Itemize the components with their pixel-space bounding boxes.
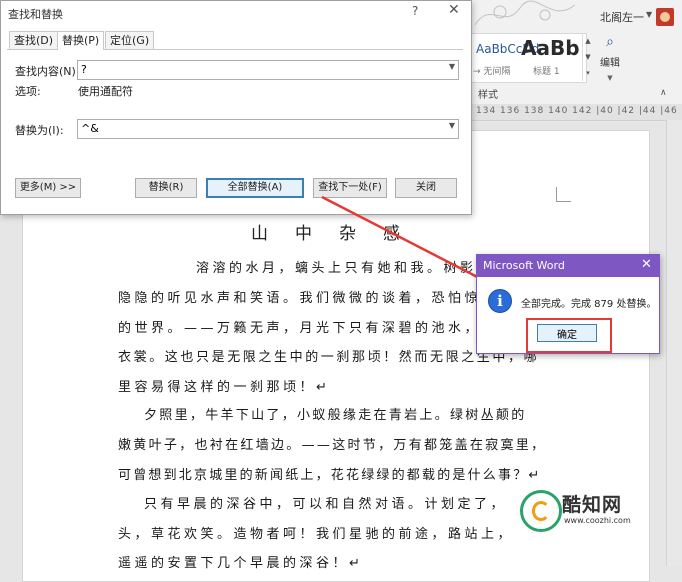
message-box-titlebar: Microsoft Word ✕ (477, 255, 659, 277)
highlight-box (526, 318, 612, 353)
tab-replace[interactable]: 替换(P) (57, 31, 105, 50)
message-box-title: Microsoft Word (483, 259, 565, 272)
info-icon: i (488, 289, 512, 313)
watermark: 酷知网 www.coozhi.com (514, 486, 664, 532)
watermark-logo-icon (520, 490, 562, 532)
watermark-url: www.coozhi.com (564, 516, 631, 525)
watermark-name: 酷知网 (562, 494, 623, 516)
message-text: 全部完成。完成 879 处替换。 (521, 299, 657, 310)
close-icon[interactable]: ✕ (641, 257, 652, 272)
